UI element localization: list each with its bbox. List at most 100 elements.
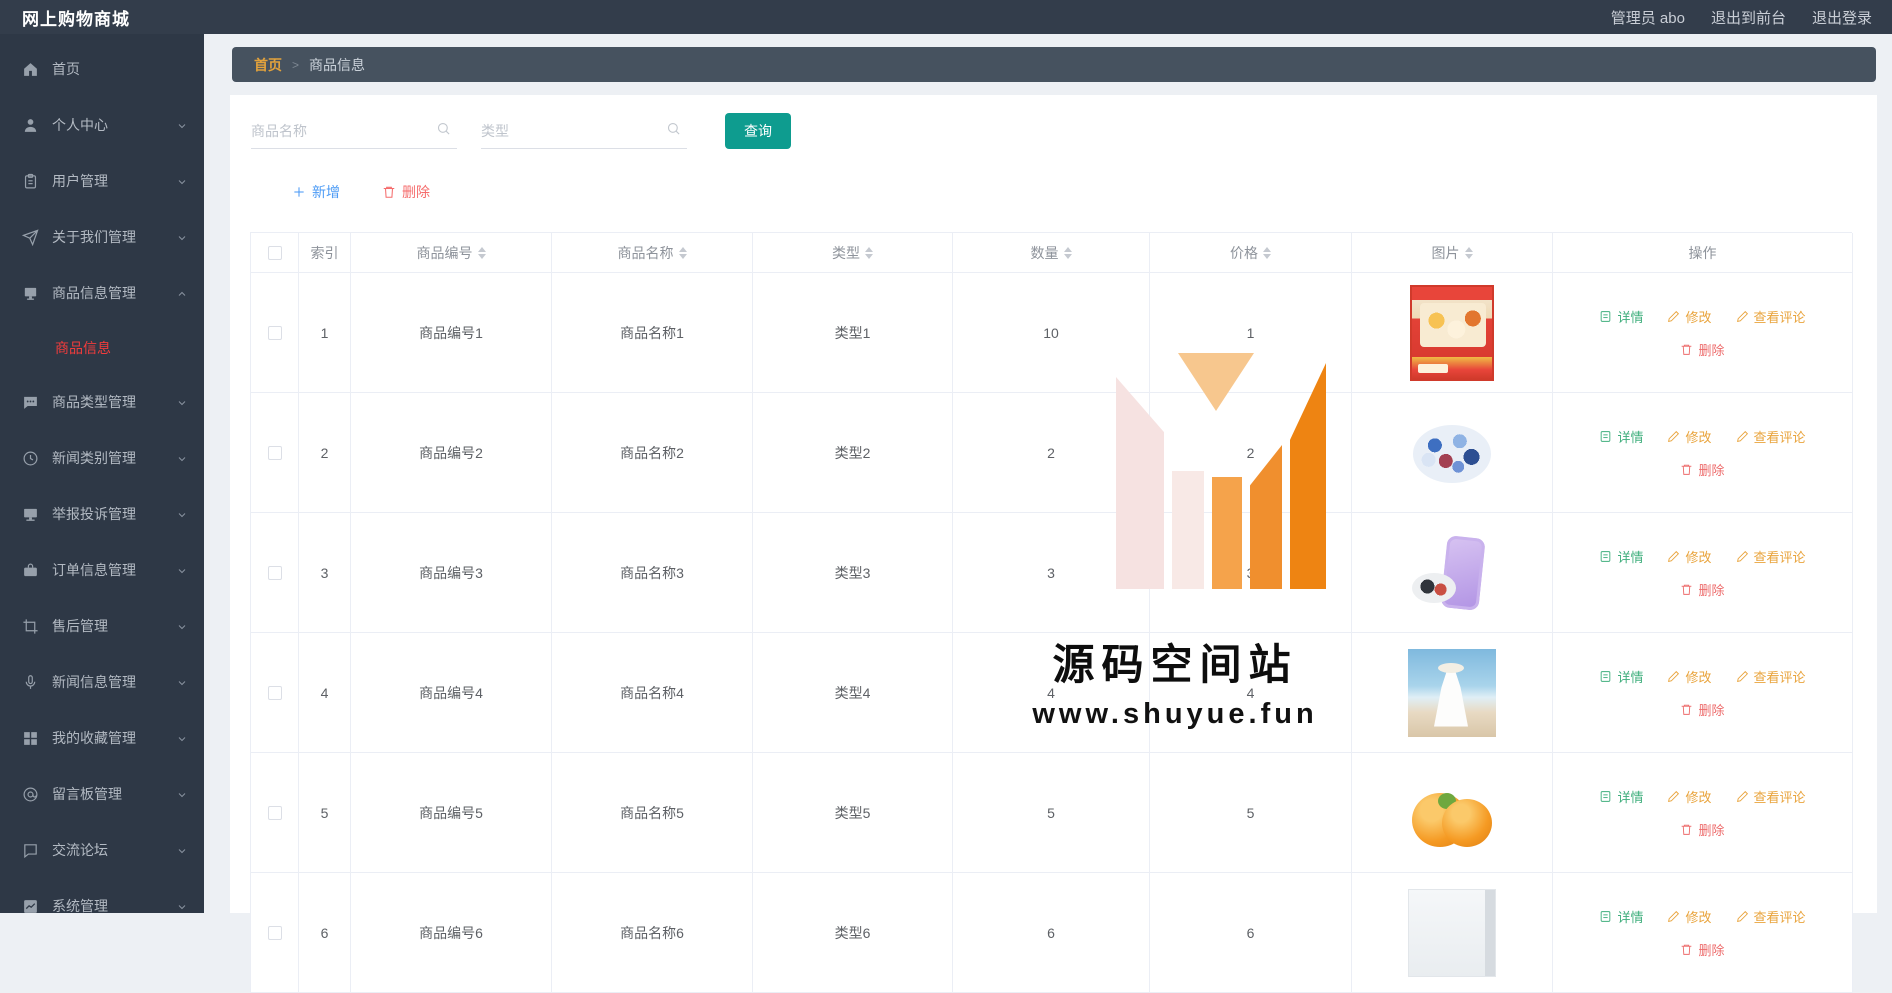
remove-link[interactable]: 删除 <box>1680 940 1724 959</box>
cell-index: 5 <box>299 753 351 873</box>
header-image[interactable]: 图片 <box>1352 233 1553 273</box>
product-image[interactable] <box>1408 889 1496 977</box>
pencil-icon <box>1736 430 1749 443</box>
product-name-input[interactable] <box>251 123 436 139</box>
trash-icon <box>1680 823 1693 836</box>
header-index: 索引 <box>299 233 351 273</box>
sort-icon[interactable] <box>478 247 486 259</box>
header-product-no[interactable]: 商品编号 <box>351 233 552 273</box>
exit-to-front-link[interactable]: 退出到前台 <box>1711 7 1786 28</box>
sidebar-item-news-category-mgmt[interactable]: 新闻类别管理 <box>0 430 204 486</box>
add-button[interactable]: 新增 <box>292 182 340 202</box>
pencil-icon <box>1736 670 1749 683</box>
cell-type: 类型2 <box>753 393 953 513</box>
cell-type: 类型6 <box>753 873 953 993</box>
sidebar-item-label: 订单信息管理 <box>52 560 136 580</box>
product-image[interactable] <box>1408 409 1496 497</box>
view-comments-link[interactable]: 查看评论 <box>1736 667 1806 686</box>
search-button[interactable]: 查询 <box>725 113 791 149</box>
product-image[interactable] <box>1408 769 1496 857</box>
cell-index: 6 <box>299 873 351 993</box>
detail-link[interactable]: 详情 <box>1599 427 1643 446</box>
detail-link[interactable]: 详情 <box>1599 907 1643 926</box>
header-quantity[interactable]: 数量 <box>953 233 1150 273</box>
sidebar-item-aftersales-mgmt[interactable]: 售后管理 <box>0 598 204 654</box>
sort-icon[interactable] <box>679 247 687 259</box>
cell-index: 2 <box>299 393 351 513</box>
edit-link[interactable]: 修改 <box>1667 427 1711 446</box>
header-price[interactable]: 价格 <box>1150 233 1352 273</box>
remove-link[interactable]: 删除 <box>1680 700 1724 719</box>
row-checkbox[interactable] <box>268 926 282 940</box>
sidebar-item-home[interactable]: 首页 <box>0 41 204 97</box>
sidebar-item-news-info-mgmt[interactable]: 新闻信息管理 <box>0 654 204 710</box>
remove-link[interactable]: 删除 <box>1680 580 1724 599</box>
crop-icon <box>22 618 39 635</box>
cell-type: 类型1 <box>753 273 953 393</box>
trash-icon <box>1680 343 1693 356</box>
detail-link[interactable]: 详情 <box>1599 667 1643 686</box>
delete-button[interactable]: 删除 <box>382 182 430 202</box>
cell-product-no: 商品编号4 <box>351 633 552 753</box>
remove-link[interactable]: 删除 <box>1680 460 1724 479</box>
row-checkbox[interactable] <box>268 446 282 460</box>
sidebar-subitem-product-info[interactable]: 商品信息 <box>0 321 204 374</box>
sidebar-item-profile[interactable]: 个人中心 <box>0 97 204 153</box>
sidebar-item-favorites-mgmt[interactable]: 我的收藏管理 <box>0 710 204 766</box>
pencil-icon <box>1667 670 1680 683</box>
view-comments-link[interactable]: 查看评论 <box>1736 427 1806 446</box>
sidebar-item-product-info-mgmt[interactable]: 商品信息管理 <box>0 265 204 321</box>
row-checkbox[interactable] <box>268 686 282 700</box>
product-image[interactable] <box>1408 529 1496 617</box>
at-sign-icon <box>22 786 39 803</box>
sidebar-item-order-mgmt[interactable]: 订单信息管理 <box>0 542 204 598</box>
logout-link[interactable]: 退出登录 <box>1812 7 1872 28</box>
sidebar-item-product-type-mgmt[interactable]: 商品类型管理 <box>0 374 204 430</box>
view-comments-link[interactable]: 查看评论 <box>1736 547 1806 566</box>
sort-icon[interactable] <box>1263 247 1271 259</box>
pencil-icon <box>1736 310 1749 323</box>
detail-link[interactable]: 详情 <box>1599 307 1643 326</box>
pencil-icon <box>1667 550 1680 563</box>
edit-link[interactable]: 修改 <box>1667 307 1711 326</box>
sidebar-item-forum[interactable]: 交流论坛 <box>0 822 204 878</box>
table-row: 2 商品编号2 商品名称2 类型2 2 2 详情 修改 查看评论 <box>251 393 1852 513</box>
sidebar-item-label: 新闻类别管理 <box>52 448 136 468</box>
clipboard-icon <box>22 173 39 190</box>
cell-price: 3 <box>1150 513 1352 633</box>
row-checkbox[interactable] <box>268 806 282 820</box>
view-comments-link[interactable]: 查看评论 <box>1736 787 1806 806</box>
row-checkbox[interactable] <box>268 326 282 340</box>
row-checkbox[interactable] <box>268 566 282 580</box>
remove-link[interactable]: 删除 <box>1680 340 1724 359</box>
plus-icon <box>292 185 306 199</box>
delete-button-label: 删除 <box>402 182 430 202</box>
edit-link[interactable]: 修改 <box>1667 787 1711 806</box>
product-image[interactable] <box>1410 285 1494 381</box>
breadcrumb-home-link[interactable]: 首页 <box>254 55 282 75</box>
sort-icon[interactable] <box>865 247 873 259</box>
view-comments-link[interactable]: 查看评论 <box>1736 907 1806 926</box>
table-row: 5 商品编号5 商品名称5 类型5 5 5 详情 修改 查看评论 <box>251 753 1852 873</box>
sidebar-item-complaint-mgmt[interactable]: 举报投诉管理 <box>0 486 204 542</box>
sidebar-item-users[interactable]: 用户管理 <box>0 153 204 209</box>
chevron-down-icon <box>176 900 188 912</box>
edit-link[interactable]: 修改 <box>1667 547 1711 566</box>
detail-link[interactable]: 详情 <box>1599 547 1643 566</box>
remove-link[interactable]: 删除 <box>1680 820 1724 839</box>
header-product-name[interactable]: 商品名称 <box>552 233 753 273</box>
sort-icon[interactable] <box>1465 247 1473 259</box>
sort-icon[interactable] <box>1064 247 1072 259</box>
table-row: 3 商品编号3 商品名称3 类型3 3 3 详情 修改 查看评论 <box>251 513 1852 633</box>
product-image[interactable] <box>1408 649 1496 737</box>
view-comments-link[interactable]: 查看评论 <box>1736 307 1806 326</box>
product-type-input[interactable] <box>481 123 666 139</box>
cell-product-no: 商品编号3 <box>351 513 552 633</box>
detail-link[interactable]: 详情 <box>1599 787 1643 806</box>
edit-link[interactable]: 修改 <box>1667 667 1711 686</box>
sidebar-item-about[interactable]: 关于我们管理 <box>0 209 204 265</box>
header-type[interactable]: 类型 <box>753 233 953 273</box>
sidebar-item-message-board-mgmt[interactable]: 留言板管理 <box>0 766 204 822</box>
select-all-checkbox[interactable] <box>268 246 282 260</box>
edit-link[interactable]: 修改 <box>1667 907 1711 926</box>
